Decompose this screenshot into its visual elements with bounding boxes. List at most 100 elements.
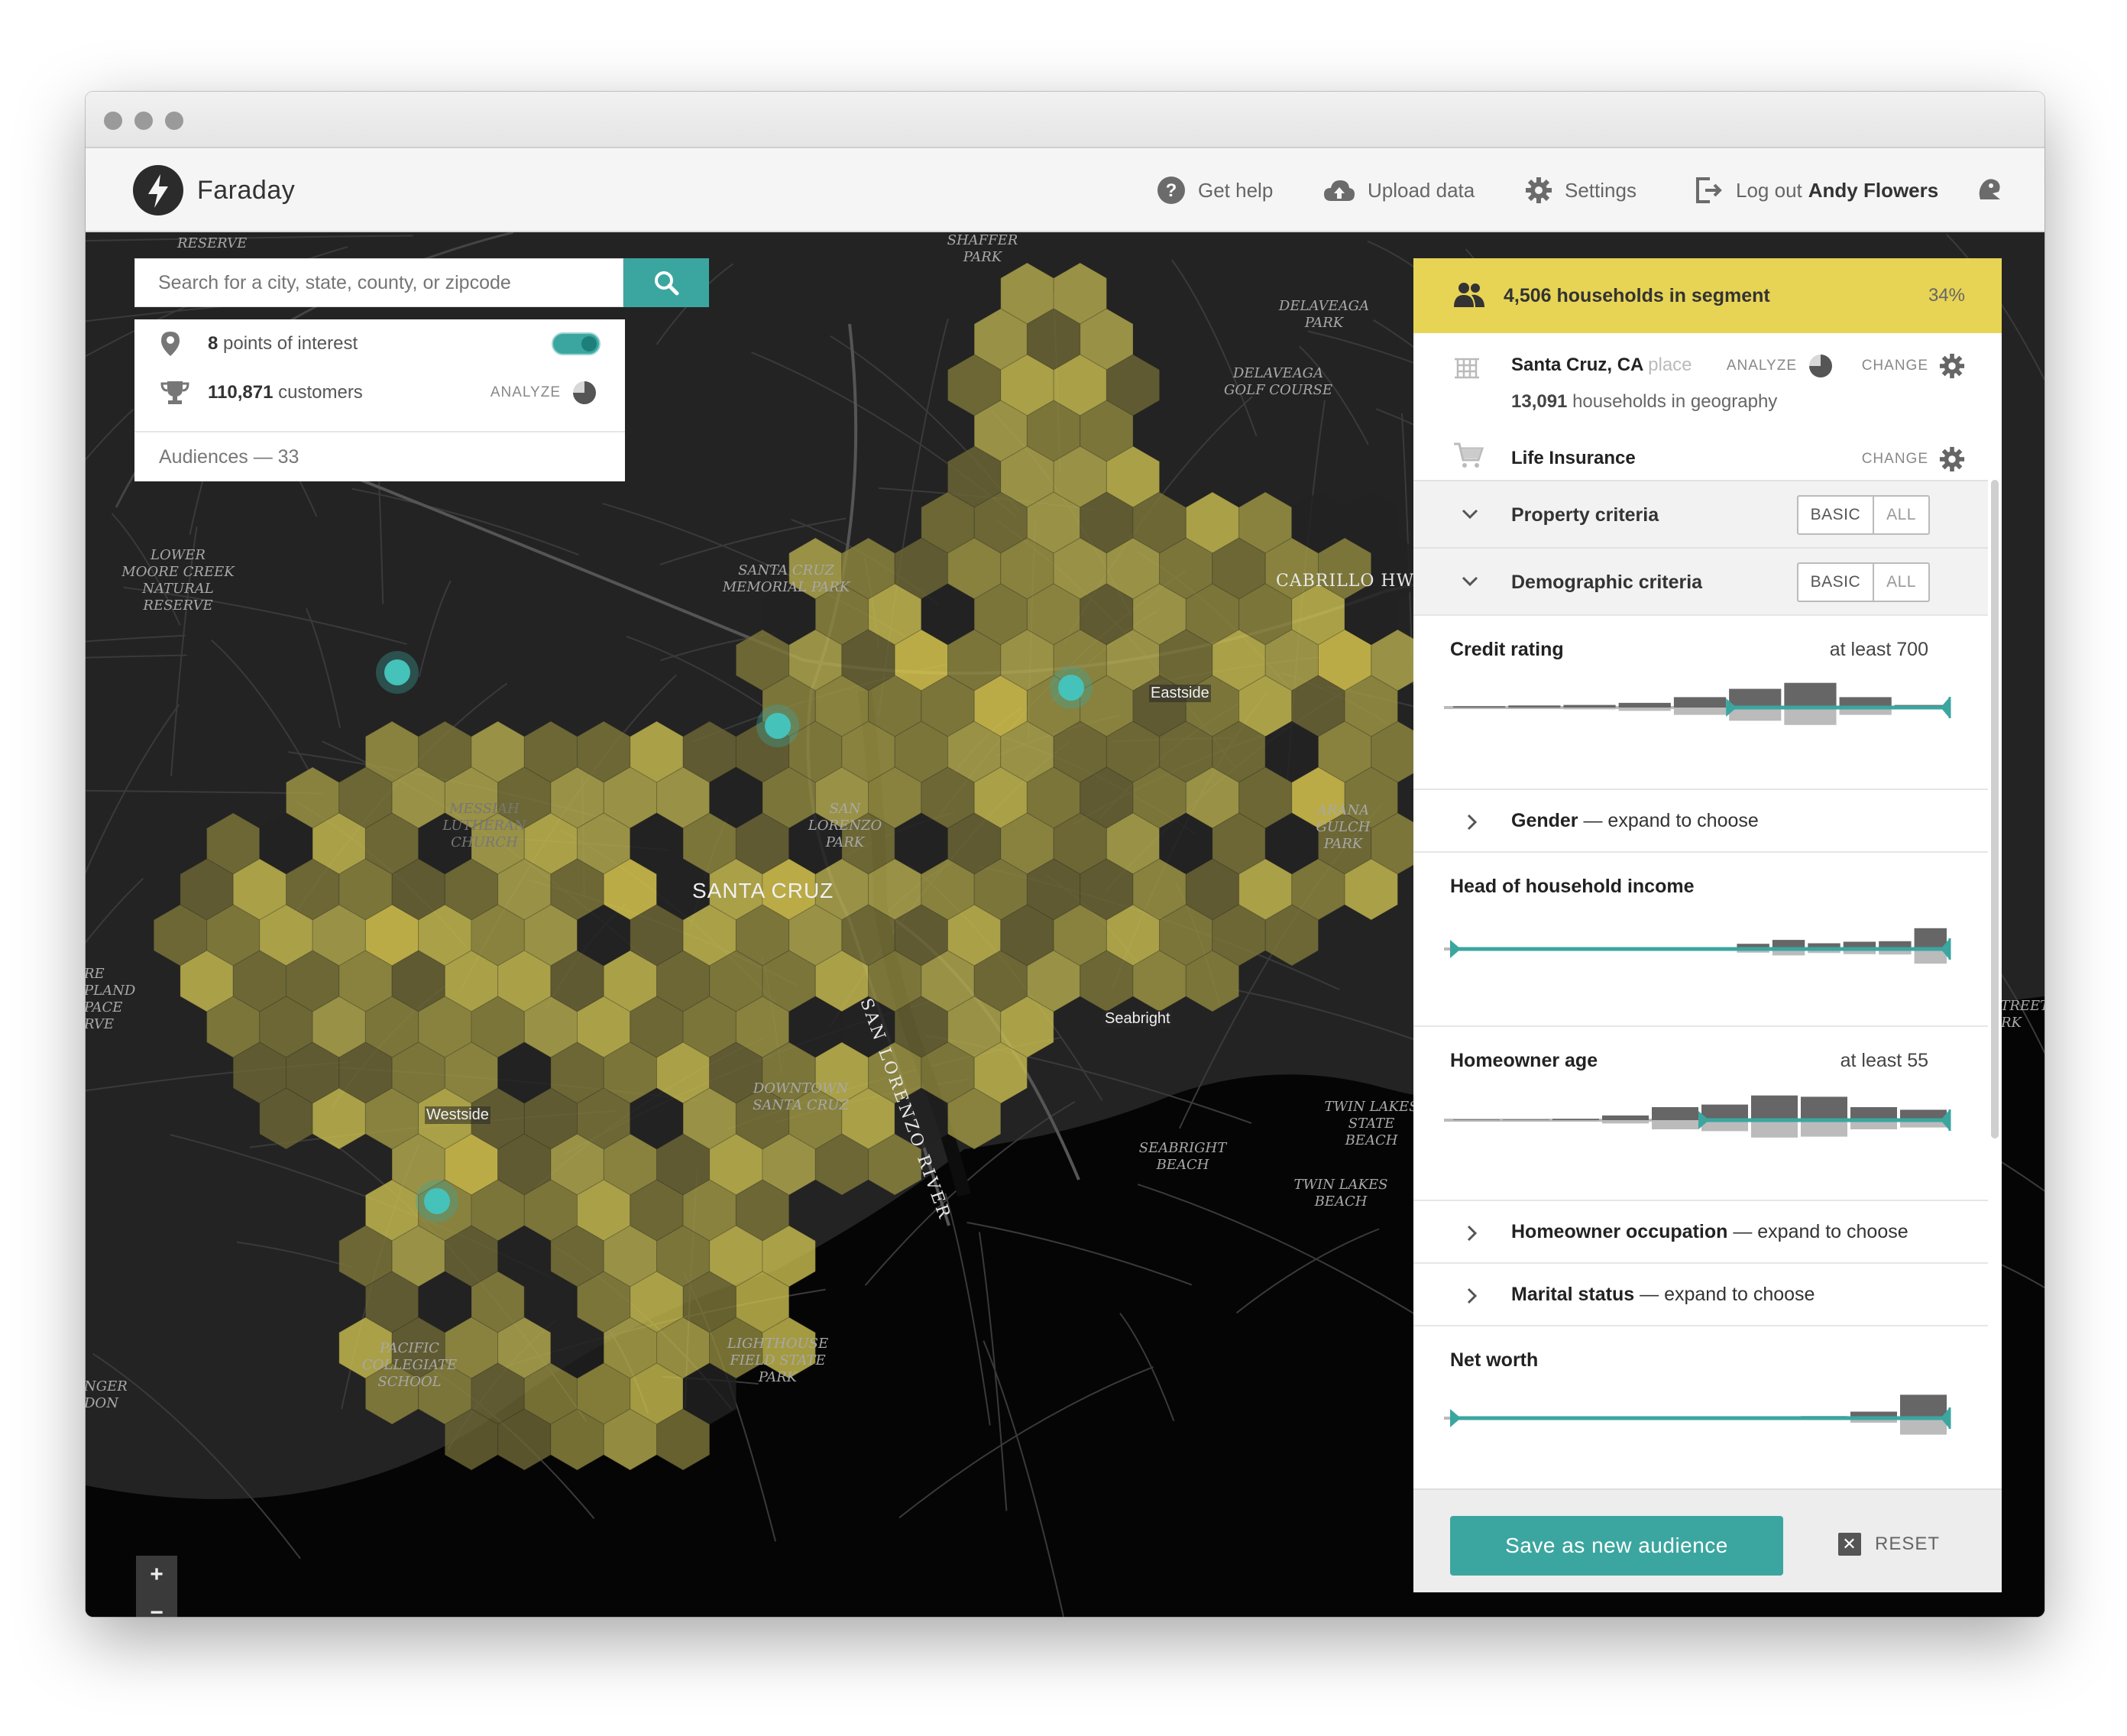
filter-gender[interactable]: Gender — expand to choose <box>1413 789 1988 851</box>
audiences-link[interactable]: Audiences — 33 <box>134 431 625 481</box>
zoom-in-button[interactable]: + <box>136 1556 177 1594</box>
analyze-label: ANALYZE <box>490 384 561 400</box>
help-icon: ? <box>1157 177 1185 204</box>
chevron-right-icon <box>1467 814 1478 831</box>
zoom-out-button[interactable]: − <box>136 1594 177 1617</box>
map-label-arana: ARANA GULCH PARK <box>1316 802 1371 852</box>
pie-chart-icon <box>573 381 596 404</box>
brand-name[interactable]: Faraday <box>197 176 295 206</box>
faraday-logo-icon[interactable] <box>133 165 183 215</box>
credit-rating-range-slider[interactable] <box>1444 677 1964 753</box>
outcome-name: Life Insurance <box>1511 448 1636 468</box>
filter-homeowner-occupation[interactable]: Homeowner occupation — expand to choose <box>1413 1200 1988 1262</box>
demographic-basic-button[interactable]: BASIC <box>1798 564 1873 601</box>
nav-upload-label: Upload data <box>1368 178 1475 202</box>
property-all-button[interactable]: ALL <box>1873 497 1928 533</box>
filter-marital-status[interactable]: Marital status — expand to choose <box>1413 1262 1988 1325</box>
geography-analyze-button[interactable]: ANALYZE <box>1727 353 1834 379</box>
nav-settings[interactable]: Settings <box>1525 171 1637 209</box>
neighborhood-westside: Westside <box>425 1106 490 1124</box>
filter-income-name: Head of household income <box>1450 876 1695 897</box>
points-count: 8 <box>208 333 219 354</box>
search-icon <box>655 271 679 296</box>
svg-text:?: ? <box>1166 180 1177 201</box>
nav-get-help-label: Get help <box>1198 178 1274 202</box>
trophy-icon <box>160 381 189 404</box>
map-label-twin-lakes: TWIN LAKES BEACH <box>1293 1177 1388 1210</box>
neighborhood-eastside: Eastside <box>1149 685 1211 702</box>
points-of-interest-row[interactable]: 8 points of interest <box>134 319 625 368</box>
property-basic-button[interactable]: BASIC <box>1798 497 1873 533</box>
customers-text: 110,871 customers <box>208 382 363 403</box>
reset-button[interactable]: ✕ RESET <box>1838 1533 1940 1556</box>
location-search[interactable] <box>134 258 623 307</box>
homeowner-age-range-slider[interactable] <box>1444 1090 1964 1166</box>
nav-upload-data[interactable]: Upload data <box>1323 171 1475 209</box>
user-avatar-button[interactable] <box>1974 171 2017 209</box>
geography-icon <box>1455 358 1479 379</box>
nav-logout-label: Log out <box>1736 178 1802 202</box>
panel-scrollbar[interactable] <box>1991 480 1999 1138</box>
geography-change-label: CHANGE <box>1861 358 1928 374</box>
filter-homeowner-age: Homeowner age at least 55 <box>1413 1025 1988 1200</box>
gear-icon <box>1526 177 1552 203</box>
property-criteria-label: Property criteria <box>1511 504 1659 526</box>
demographic-criteria-label: Demographic criteria <box>1511 572 1703 593</box>
nav-user-name: Andy Flowers <box>1808 178 1939 202</box>
segment-percent: 34% <box>1928 285 1965 306</box>
user-avatar-icon <box>1979 179 2000 199</box>
geography-name: Santa Cruz, CA <box>1511 355 1643 375</box>
points-label: points of interest <box>223 333 358 354</box>
customers-row[interactable]: 110,871 customers ANALYZE <box>134 368 625 417</box>
map-label-san-lorenzo-park: SAN LORENZO PARK <box>808 801 882 850</box>
app-header: Faraday ? Get help Upload data Settings … <box>86 148 2044 232</box>
search-input[interactable] <box>135 259 623 306</box>
filter-credit-rating: Credit rating at least 700 <box>1413 614 1988 789</box>
poi-panel: 8 points of interest 110,871 customers A… <box>134 319 625 481</box>
map-view[interactable]: RESERVE SHAFFER PARK DELAVEAGA PARK DELA… <box>86 232 2044 1617</box>
points-visibility-toggle[interactable] <box>552 332 601 355</box>
filter-household-income: Head of household income <box>1413 851 1988 1025</box>
customers-analyze-button[interactable]: ANALYZE <box>490 380 597 406</box>
filter-occupation-label: Homeowner occupation — expand to choose <box>1511 1221 1908 1243</box>
save-as-new-audience-button[interactable]: Save as new audience <box>1450 1516 1783 1576</box>
net-worth-range-slider[interactable] <box>1444 1388 1964 1464</box>
segment-banner: 4,506 households in segment 34% <box>1413 258 2002 333</box>
panel-footer: Save as new audience ✕ RESET <box>1413 1488 2002 1592</box>
demographic-all-button[interactable]: ALL <box>1873 564 1928 601</box>
map-label-left-edge: RE PLAND PACE RVE <box>86 966 136 1032</box>
chevron-down-icon <box>1462 509 1478 520</box>
demographic-criteria-header[interactable]: Demographic criteria BASIC ALL <box>1413 547 1988 614</box>
demographic-criteria-mode: BASIC ALL <box>1796 562 1930 602</box>
geography-type: place <box>1648 355 1692 375</box>
segment-household-count: 4,506 households in segment <box>1504 284 1770 306</box>
nav-get-help[interactable]: ? Get help <box>1157 171 1273 209</box>
geography-households-count: 13,091 <box>1511 391 1568 412</box>
geography-households-label: households in geography <box>1572 391 1778 412</box>
window-close-dot[interactable] <box>104 112 122 130</box>
pie-chart-icon <box>1809 355 1832 377</box>
filter-networth-name: Net worth <box>1450 1349 1539 1371</box>
outcome-change-button[interactable]: CHANGE <box>1862 446 1965 472</box>
segment-panel: 4,506 households in segment 34% Santa Cr… <box>1413 258 2002 1592</box>
filter-age-value: at least 55 <box>1840 1050 1928 1071</box>
window-minimize-dot[interactable] <box>134 112 153 130</box>
search-button[interactable] <box>623 258 709 307</box>
nav-settings-label: Settings <box>1565 178 1637 202</box>
nav-logout[interactable]: Log out Andy Flowers <box>1695 171 1938 209</box>
logout-icon <box>1696 177 1722 203</box>
chevron-right-icon <box>1467 1225 1478 1242</box>
cloud-upload-icon <box>1324 180 1355 201</box>
gear-icon <box>1939 353 1965 379</box>
chevron-down-icon <box>1462 576 1478 587</box>
window-zoom-dot[interactable] <box>165 112 183 130</box>
neighborhood-seabright: Seabright <box>1103 1010 1172 1028</box>
map-label-lighthouse: LIGHTHOUSE FIELD STATE PARK <box>727 1336 829 1385</box>
close-icon: ✕ <box>1838 1533 1861 1556</box>
map-label-seabright-beach: SEABRIGHT BEACH <box>1138 1140 1227 1173</box>
map-pin-icon <box>161 332 180 356</box>
map-label-cabrillo-hwy: CABRILLO HWY <box>1276 572 1426 591</box>
income-range-slider[interactable] <box>1444 918 1964 995</box>
geography-change-button[interactable]: CHANGE <box>1862 353 1965 379</box>
property-criteria-header[interactable]: Property criteria BASIC ALL <box>1413 480 1988 547</box>
